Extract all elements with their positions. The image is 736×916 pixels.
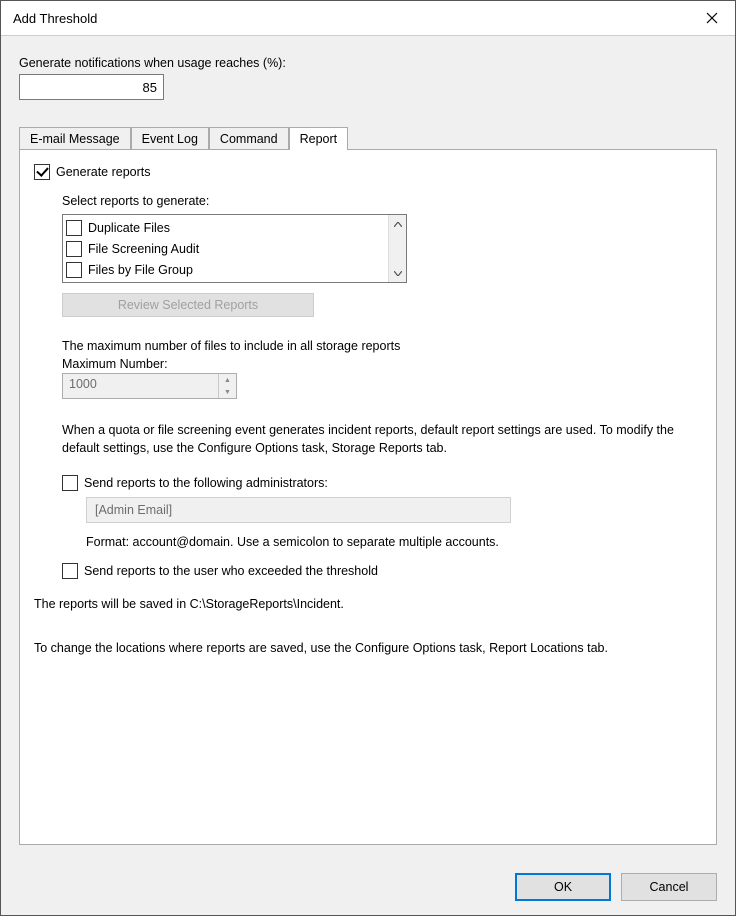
- send-user-row: Send reports to the user who exceeded th…: [62, 563, 702, 579]
- saved-path-text: The reports will be saved in C:\StorageR…: [34, 597, 702, 611]
- format-hint: Format: account@domain. Use a semicolon …: [86, 535, 702, 549]
- usage-percent-input[interactable]: [19, 74, 164, 100]
- spin-down-icon[interactable]: ▼: [219, 386, 236, 398]
- max-number-label: Maximum Number:: [62, 357, 702, 371]
- reports-scrollbar[interactable]: [388, 215, 406, 282]
- locations-text: To change the locations where reports ar…: [34, 639, 694, 657]
- report-panel: Generate reports Select reports to gener…: [19, 149, 717, 845]
- usage-label: Generate notifications when usage reache…: [19, 56, 717, 70]
- report-item-label: File Screening Audit: [88, 242, 199, 256]
- send-admin-label: Send reports to the following administra…: [84, 476, 328, 490]
- add-threshold-dialog: Add Threshold Generate notifications whe…: [0, 0, 736, 916]
- tab-eventlog[interactable]: Event Log: [131, 127, 209, 150]
- send-user-checkbox[interactable]: [62, 563, 78, 579]
- report-item-checkbox[interactable]: [66, 241, 82, 257]
- spin-up-icon[interactable]: ▲: [219, 374, 236, 386]
- send-admin-row: Send reports to the following administra…: [62, 475, 702, 491]
- tab-report[interactable]: Report: [289, 127, 349, 150]
- tab-command[interactable]: Command: [209, 127, 289, 150]
- defaults-text: When a quota or file screening event gen…: [62, 421, 682, 457]
- max-number-input[interactable]: 1000: [63, 374, 218, 398]
- report-item-label: Duplicate Files: [88, 221, 170, 235]
- max-number-spin[interactable]: ▲ ▼: [218, 374, 236, 398]
- select-reports-section: Select reports to generate: Duplicate Fi…: [62, 194, 702, 579]
- reports-listbox[interactable]: Duplicate Files File Screening Audit Fil…: [62, 214, 407, 283]
- usage-section: Generate notifications when usage reache…: [19, 56, 717, 100]
- list-item[interactable]: Duplicate Files: [66, 217, 385, 238]
- ok-button[interactable]: OK: [515, 873, 611, 901]
- send-user-label: Send reports to the user who exceeded th…: [84, 564, 378, 578]
- admin-email-section: Format: account@domain. Use a semicolon …: [86, 491, 702, 549]
- generate-reports-checkbox[interactable]: [34, 164, 50, 180]
- scroll-down-icon[interactable]: [389, 264, 406, 282]
- max-number-input-wrap: 1000 ▲ ▼: [62, 373, 237, 399]
- client-area: Generate notifications when usage reache…: [1, 36, 735, 859]
- max-number-section: The maximum number of files to include i…: [62, 339, 702, 399]
- close-button[interactable]: [689, 1, 735, 36]
- reports-list-items: Duplicate Files File Screening Audit Fil…: [63, 215, 388, 282]
- max-number-desc: The maximum number of files to include i…: [62, 339, 702, 353]
- dialog-footer: OK Cancel: [1, 859, 735, 915]
- close-icon: [706, 12, 718, 24]
- admin-email-input: [86, 497, 511, 523]
- list-item[interactable]: File Screening Audit: [66, 238, 385, 259]
- cancel-button[interactable]: Cancel: [621, 873, 717, 901]
- select-reports-label: Select reports to generate:: [62, 194, 702, 208]
- window-title: Add Threshold: [1, 11, 97, 26]
- tab-strip: E-mail Message Event Log Command Report: [19, 126, 717, 149]
- report-item-checkbox[interactable]: [66, 220, 82, 236]
- report-item-label: Files by File Group: [88, 263, 193, 277]
- report-item-checkbox[interactable]: [66, 262, 82, 278]
- review-selected-reports-button: Review Selected Reports: [62, 293, 314, 317]
- titlebar: Add Threshold: [1, 1, 735, 36]
- tab-email[interactable]: E-mail Message: [19, 127, 131, 150]
- scroll-up-icon[interactable]: [389, 215, 406, 233]
- send-admin-checkbox[interactable]: [62, 475, 78, 491]
- generate-reports-label: Generate reports: [56, 165, 151, 179]
- generate-reports-row: Generate reports: [34, 164, 702, 180]
- list-item[interactable]: Files by File Group: [66, 259, 385, 280]
